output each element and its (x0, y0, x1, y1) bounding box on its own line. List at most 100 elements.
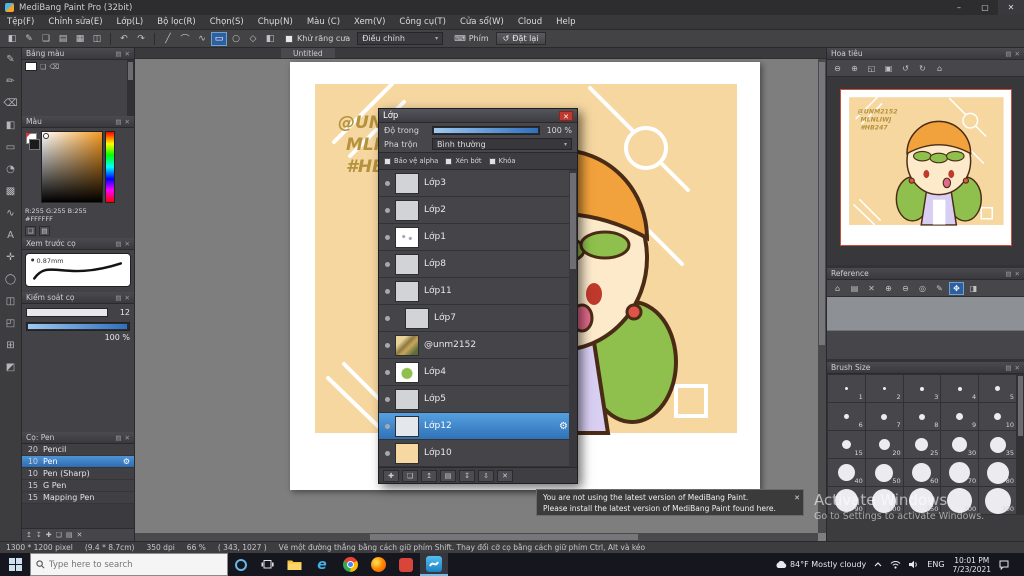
brush-opacity-slider[interactable] (26, 322, 130, 331)
ref-zoom-out-icon[interactable]: ⊖ (898, 282, 913, 295)
brush-size-option[interactable]: 200 (941, 487, 979, 514)
brush-size-option[interactable]: 90 (828, 487, 865, 514)
search-input[interactable] (49, 559, 209, 570)
clock[interactable]: 10:01 PM 7/23/2021 (953, 556, 991, 574)
pattern-tool-icon[interactable]: ▩ (6, 185, 15, 198)
memo-icon[interactable]: ❏ (38, 32, 54, 46)
task-view-button[interactable] (254, 553, 280, 576)
brush-size-option[interactable]: 1 (828, 375, 865, 402)
menu-layer[interactable]: Lớp(L) (110, 17, 151, 27)
update-notification[interactable]: You are not using the latest version of … (536, 489, 804, 516)
canvas-horizontal-scrollbar[interactable] (135, 533, 818, 541)
brush-size-option[interactable]: 70 (941, 459, 979, 486)
panel-menu-icon[interactable]: ▤ (115, 434, 121, 442)
target-icon[interactable]: ◎ (915, 282, 930, 295)
eraser-tool-icon[interactable]: ⌫ (3, 97, 17, 110)
layer-visibility-icon[interactable] (385, 396, 390, 402)
layer-row[interactable]: Lớp5 (379, 386, 577, 413)
brush-item-mapping-pen[interactable]: 15 Mapping Pen (22, 492, 134, 504)
saturation-value-picker[interactable] (41, 131, 103, 203)
lock-option[interactable]: Khóa (488, 157, 516, 165)
brush-size-option[interactable]: 9 (941, 403, 979, 430)
menu-snap[interactable]: Chụp(N) (251, 17, 300, 27)
layer-row[interactable]: Lớp2 (379, 197, 577, 224)
palette-delete-icon[interactable]: ⌫ (49, 63, 59, 71)
layer-row-selected[interactable]: Lớp12 ⚙ (379, 413, 577, 440)
menu-view[interactable]: Xem(V) (347, 17, 392, 27)
eyedropper-icon[interactable]: ❏ (25, 226, 36, 236)
select-rect-tool-icon[interactable]: ▭ (6, 141, 15, 154)
edge-button[interactable]: e (308, 553, 336, 576)
grid-tool-icon[interactable]: ⊞ (6, 339, 14, 352)
home-icon[interactable]: ⌂ (830, 282, 845, 295)
brush-item-pen[interactable]: 10 Pen ⚙ (22, 456, 134, 468)
text-tool-icon[interactable]: A (7, 229, 14, 242)
opacity-slider[interactable] (432, 126, 540, 135)
layer-visibility-icon[interactable] (385, 261, 390, 267)
close-button[interactable]: ✕ (998, 0, 1024, 15)
canvas-vertical-scrollbar[interactable] (818, 59, 826, 533)
brush-size-option[interactable]: 25 (903, 431, 941, 458)
file-explorer-button[interactable] (280, 553, 308, 576)
layer-visibility-icon[interactable] (385, 207, 390, 213)
layer-row[interactable]: Lớp4 (379, 359, 577, 386)
fill-shape-icon[interactable]: ◧ (262, 32, 278, 46)
clipping-option[interactable]: Xén bớt (445, 157, 482, 165)
brush-size-option[interactable]: 5 (979, 375, 1016, 402)
crop-tool-icon[interactable]: ◰ (6, 317, 15, 330)
brush-size-option[interactable]: 10 (979, 403, 1016, 430)
redo-icon[interactable]: ↷ (133, 32, 149, 46)
panel-tool-icon[interactable]: ◫ (6, 295, 15, 308)
brush-size-option[interactable]: 6 (828, 403, 865, 430)
layer-row[interactable]: Lớp11 (379, 278, 577, 305)
brush-size-slider[interactable] (26, 308, 108, 317)
clipping-checkbox[interactable] (445, 157, 453, 165)
move-layer-up-icon[interactable]: ↥ (421, 469, 437, 482)
fill-tool-icon[interactable]: ◧ (6, 119, 15, 132)
panel-close-icon[interactable]: ✕ (1015, 270, 1020, 278)
palette-copy-icon[interactable]: ❏ (40, 63, 46, 71)
zoom-in-icon[interactable]: ⊕ (847, 62, 862, 75)
actual-size-icon[interactable]: ▣ (881, 62, 896, 75)
brush-down-icon[interactable]: ↧ (36, 531, 42, 539)
brush-size-option[interactable]: 35 (979, 431, 1016, 458)
fit-window-icon[interactable]: ◱ (864, 62, 879, 75)
layer-dialog[interactable]: Lớp ✕ Độ trong 100 % Pha trộn Bình thườn… (378, 108, 578, 484)
duplicate-layer-icon[interactable]: ❏ (402, 469, 418, 482)
move-layer-down-icon[interactable]: ↧ (459, 469, 475, 482)
menu-filter[interactable]: Bộ lọc(R) (150, 17, 203, 27)
brush-size-option[interactable]: 80 (979, 459, 1016, 486)
layer-visibility-icon[interactable] (385, 342, 390, 348)
start-button[interactable] (0, 553, 30, 576)
add-brush-icon[interactable]: ✚ (46, 531, 52, 539)
select-ellipse-tool-icon[interactable]: ◔ (6, 163, 15, 176)
brush-item-pen-sharp[interactable]: 10 Pen (Sharp) (22, 468, 134, 480)
menu-tools[interactable]: Công cụ(T) (392, 17, 453, 27)
brush-size-option[interactable]: 100 (865, 487, 903, 514)
panel-close-icon[interactable]: ✕ (125, 294, 130, 302)
grid-icon[interactable]: ▦ (72, 32, 88, 46)
zoom-out-icon[interactable]: ⊖ (830, 62, 845, 75)
layer-visibility-icon[interactable] (385, 288, 390, 294)
reset-view-icon[interactable]: ⌂ (932, 62, 947, 75)
rectangle-shape-icon[interactable]: ▭ (211, 31, 227, 46)
antialias-checkbox[interactable] (285, 34, 293, 43)
brush-menu-icon[interactable]: ▤ (66, 531, 73, 539)
menu-help[interactable]: Help (549, 17, 582, 27)
panel-menu-icon[interactable]: ▤ (115, 240, 121, 248)
gradient-tool-icon[interactable]: ◩ (6, 361, 15, 374)
panel-close-icon[interactable]: ✕ (125, 50, 130, 58)
red-app-button[interactable] (392, 553, 420, 576)
move-tool-icon[interactable]: ✛ (6, 251, 14, 264)
layer-row[interactable]: @unm2152 (379, 332, 577, 359)
hand-icon[interactable]: ✥ (949, 281, 964, 295)
lock-checkbox[interactable] (488, 157, 496, 165)
layer-visibility-icon[interactable] (385, 450, 390, 456)
merge-layer-icon[interactable]: ⇩ (478, 469, 494, 482)
ruler-icon[interactable]: ◫ (89, 32, 105, 46)
add-layer-icon[interactable]: ✚ (383, 469, 399, 482)
wifi-icon[interactable] (890, 560, 901, 569)
brush-item-pencil[interactable]: 20 Pencil (22, 444, 134, 456)
layer-visibility-icon[interactable] (385, 369, 390, 375)
panel-menu-icon[interactable]: ▤ (115, 294, 121, 302)
